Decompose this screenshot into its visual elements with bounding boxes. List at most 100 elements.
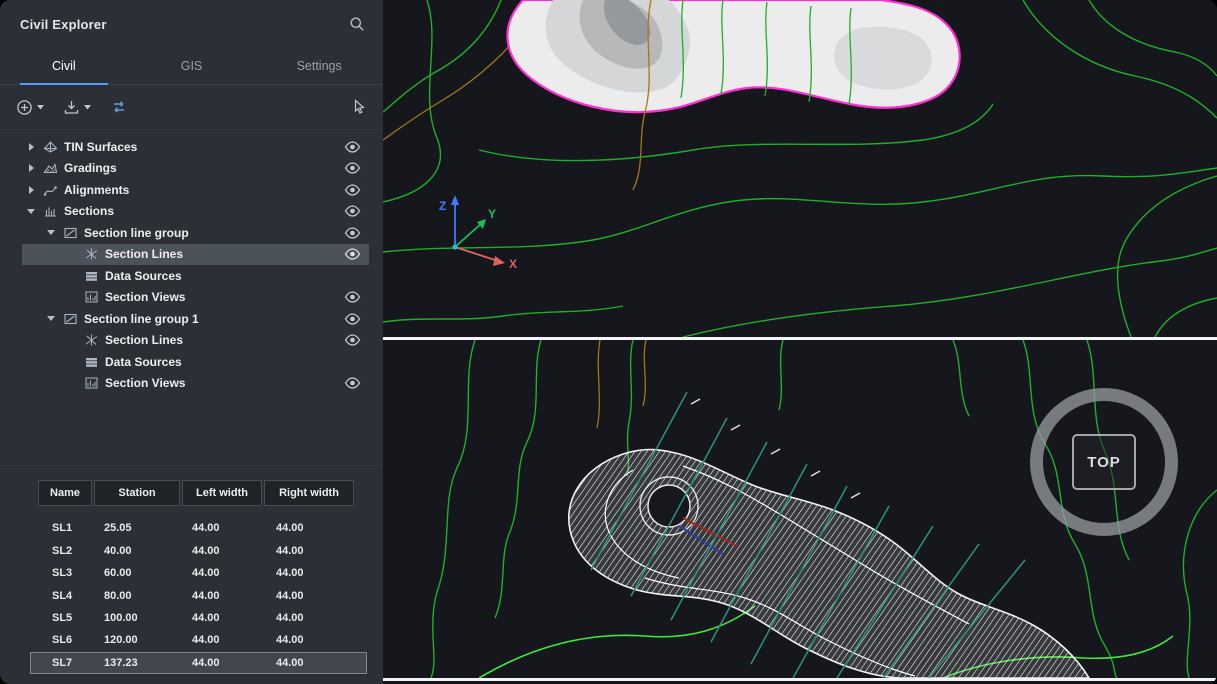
table-row[interactable]: SL3 60.00 44.00 44.00 xyxy=(30,562,367,584)
top-view-canvas[interactable]: Z Y X xyxy=(383,0,1217,337)
eye-icon[interactable] xyxy=(344,291,361,303)
data-sources-icon xyxy=(84,355,99,369)
tree-item-section-lines[interactable]: Section Lines xyxy=(22,330,369,352)
column-header-left-width[interactable]: Left width xyxy=(182,480,262,506)
tree-item-tin-surfaces[interactable]: TIN Surfaces xyxy=(22,136,369,158)
eye-icon[interactable] xyxy=(344,184,361,196)
viewcube-top-face[interactable]: TOP xyxy=(1072,434,1136,490)
table-row[interactable]: SL6 120.00 44.00 44.00 xyxy=(30,629,367,651)
tree-item-sections[interactable]: Sections xyxy=(22,201,369,223)
eye-icon[interactable] xyxy=(344,141,361,153)
panel-tabs: Civil GIS Settings xyxy=(0,48,383,85)
tree-item-section-views[interactable]: Section Views xyxy=(22,287,369,309)
chevron-down-icon[interactable] xyxy=(46,313,57,324)
column-header-name[interactable]: Name xyxy=(38,480,92,506)
cell-name: SL5 xyxy=(38,612,90,624)
cell-station: 120.00 xyxy=(90,634,178,646)
tree-item-label: Section Lines xyxy=(105,247,183,261)
tree-item-label: Data Sources xyxy=(105,355,182,369)
cell-name: SL3 xyxy=(38,567,90,579)
table-body: SL1 25.05 44.00 44.00 SL2 40.00 44.00 44… xyxy=(0,517,383,674)
tree-item-label: Section Views xyxy=(105,290,185,304)
chevron-right-icon[interactable] xyxy=(26,184,37,195)
tree-item-section-line-group[interactable]: Section line group xyxy=(22,222,369,244)
eye-icon[interactable] xyxy=(344,313,361,325)
add-button[interactable] xyxy=(16,99,45,116)
tree-item-label: Sections xyxy=(64,204,114,218)
tree-item-gradings[interactable]: Gradings xyxy=(22,158,369,180)
eye-icon[interactable] xyxy=(344,162,361,174)
sections-icon xyxy=(43,204,58,218)
viewcube[interactable]: TOP xyxy=(1030,388,1178,536)
tab-gis[interactable]: GIS xyxy=(128,48,256,84)
corridor-model xyxy=(569,450,1089,678)
cell-left-width: 44.00 xyxy=(178,590,262,602)
tree-item-section-lines[interactable]: Section Lines xyxy=(22,244,369,266)
tree-item-section-line-group-1[interactable]: Section line group 1 xyxy=(22,308,369,330)
cell-name: SL1 xyxy=(38,522,90,534)
cell-right-width: 44.00 xyxy=(262,522,367,534)
cell-left-width: 44.00 xyxy=(178,567,262,579)
drawing-viewport[interactable]: Z Y X xyxy=(383,0,1217,684)
import-button[interactable] xyxy=(63,99,92,116)
chevron-down-icon xyxy=(83,104,92,110)
panel-header: Civil Explorer xyxy=(0,0,383,48)
eye-icon[interactable] xyxy=(344,205,361,217)
chevron-down-icon[interactable] xyxy=(46,227,57,238)
section-lines-table: Name Station Left width Right width SL1 … xyxy=(0,465,383,684)
chevron-right-icon[interactable] xyxy=(26,141,37,152)
tree-item-label: Section Views xyxy=(105,376,185,390)
cell-station: 137.23 xyxy=(90,657,178,669)
table-row-selected[interactable]: SL7 137.23 44.00 44.00 xyxy=(30,652,367,674)
tree-item-label: Gradings xyxy=(64,161,117,175)
search-icon xyxy=(349,16,365,32)
search-button[interactable] xyxy=(349,16,365,32)
application-window: Civil Explorer Civil GIS Settings xyxy=(0,0,1217,684)
column-header-right-width[interactable]: Right width xyxy=(264,480,354,506)
eye-icon[interactable] xyxy=(344,377,361,389)
axis-x-label: X xyxy=(509,257,517,271)
civil-object-tree: TIN Surfaces Gradings xyxy=(0,130,383,394)
table-row[interactable]: SL5 100.00 44.00 44.00 xyxy=(30,607,367,629)
table-row[interactable]: SL1 25.05 44.00 44.00 xyxy=(30,517,367,539)
axis-y-label: Y xyxy=(488,207,496,221)
section-views-icon xyxy=(84,290,99,304)
tree-item-label: Section Lines xyxy=(105,333,183,347)
select-cursor-button[interactable] xyxy=(352,99,367,115)
viewport-bottom-border xyxy=(383,678,1217,681)
chevron-right-icon[interactable] xyxy=(26,163,37,174)
cell-name: SL4 xyxy=(38,590,90,602)
import-icon xyxy=(63,99,80,116)
add-circle-icon xyxy=(16,99,33,116)
tab-civil[interactable]: Civil xyxy=(0,48,128,84)
cell-station: 60.00 xyxy=(90,567,178,579)
chevron-down-icon[interactable] xyxy=(26,206,37,217)
eye-icon[interactable] xyxy=(344,334,361,346)
eye-icon[interactable] xyxy=(344,227,361,239)
cell-left-width: 44.00 xyxy=(178,634,262,646)
cell-station: 25.05 xyxy=(90,522,178,534)
table-row[interactable]: SL4 80.00 44.00 44.00 xyxy=(30,584,367,606)
tree-item-label: Section line group xyxy=(84,226,189,240)
data-sources-icon xyxy=(84,269,99,283)
section-line-group-icon xyxy=(63,226,78,240)
tree-item-label: Section line group 1 xyxy=(84,312,199,326)
cell-name: SL2 xyxy=(38,545,90,557)
section-lines-icon xyxy=(84,333,99,347)
tree-item-data-sources[interactable]: Data Sources xyxy=(22,351,369,373)
axis-z-label: Z xyxy=(439,199,446,213)
tree-item-section-views[interactable]: Section Views xyxy=(22,373,369,395)
sync-button[interactable] xyxy=(110,99,128,115)
tab-settings[interactable]: Settings xyxy=(255,48,383,84)
tab-label: Settings xyxy=(297,59,342,73)
tree-item-alignments[interactable]: Alignments xyxy=(22,179,369,201)
panel-spacer xyxy=(0,394,383,465)
tree-item-label: TIN Surfaces xyxy=(64,140,137,154)
table-row[interactable]: SL2 40.00 44.00 44.00 xyxy=(30,540,367,562)
tree-item-data-sources[interactable]: Data Sources xyxy=(22,265,369,287)
eye-icon[interactable] xyxy=(344,248,361,260)
viewcube-label: TOP xyxy=(1087,454,1121,471)
column-header-station[interactable]: Station xyxy=(94,480,180,506)
tin-surfaces-icon xyxy=(43,140,58,154)
cell-right-width: 44.00 xyxy=(262,612,367,624)
